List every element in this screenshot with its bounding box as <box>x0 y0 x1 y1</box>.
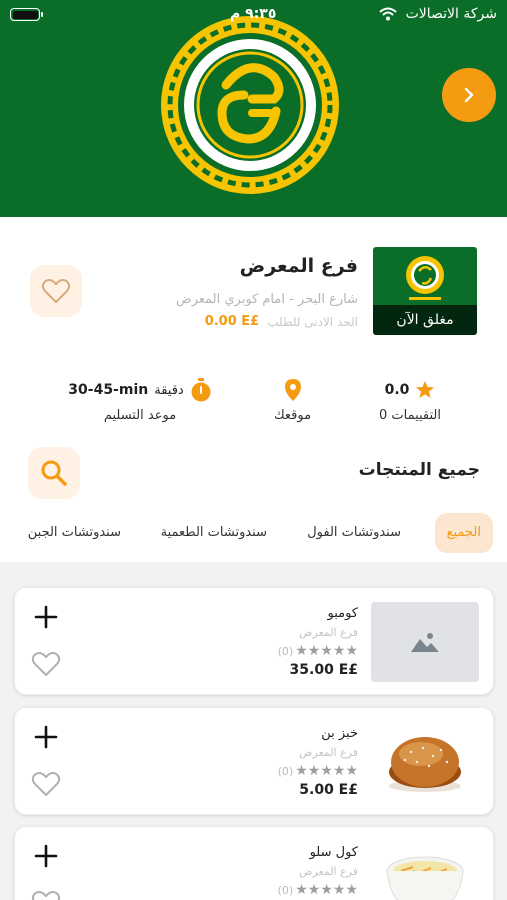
bun-image <box>389 737 461 792</box>
delivery-time-value: 30-45-min <box>68 382 149 398</box>
delivery-time-label: موعد التسليم <box>103 408 177 423</box>
product-rating: (0) ★★★★★ <box>278 882 358 898</box>
tab-taameya[interactable]: سندوتشات الطعمية <box>161 513 267 553</box>
carrier-name: شركة الاتصالات <box>405 6 497 22</box>
product-name: كول سلو <box>309 845 358 860</box>
min-order-label: الحد الادنى للطلب <box>267 314 358 329</box>
product-rating: (0) ★★★★★ <box>278 763 358 779</box>
category-tabs: الجميع سندوتشات الفول سندوتشات الطعمية س… <box>0 513 507 553</box>
heart-icon <box>41 279 71 303</box>
back-button[interactable] <box>442 68 496 122</box>
rating-stars-icon: ★★★★★ <box>295 882 358 898</box>
location-pin-icon <box>284 379 301 401</box>
location-stat[interactable]: موقعك <box>255 377 330 423</box>
rating-stars-icon: ★★★★★ <box>295 763 358 779</box>
product-price: 35.00 E£ <box>289 662 358 678</box>
battery-icon <box>10 8 43 21</box>
status-time: ٩:٣٥ م <box>230 6 277 22</box>
tab-all[interactable]: الجميع <box>434 513 493 553</box>
review-count: (0) <box>277 764 294 778</box>
timer-icon <box>191 378 211 402</box>
add-to-cart-icon[interactable] <box>33 604 59 630</box>
delivery-time-unit: دقيقة <box>154 382 184 398</box>
closed-status-label: مغلق الآن <box>373 305 477 335</box>
search-button[interactable] <box>28 447 80 499</box>
product-branch: فرع المعرض <box>299 746 358 759</box>
branch-info-panel: مغلق الآن فرع المعرض شارع البحر - امام ك… <box>0 217 507 562</box>
heart-icon[interactable] <box>31 889 61 900</box>
product-branch: فرع المعرض <box>299 626 358 639</box>
product-card[interactable]: كول سلو فرع المعرض (0) ★★★★★ <box>14 826 494 900</box>
wifi-icon <box>379 7 397 21</box>
chevron-right-icon <box>464 87 474 103</box>
branch-address: شارع البحر - امام كوبري المعرض <box>175 292 358 307</box>
product-rating: (0) ★★★★★ <box>278 643 358 659</box>
review-count: (0) <box>277 883 294 897</box>
tab-cheese[interactable]: سندوتشات الجبن <box>28 513 121 553</box>
min-order-value: 0.00 E£ <box>204 314 260 329</box>
heart-icon[interactable] <box>31 770 61 798</box>
status-bar: ٩:٣٥ م شركة الاتصالات <box>0 0 507 30</box>
tab-fool[interactable]: سندوتشات الفول <box>307 513 401 553</box>
review-count: (0) <box>277 644 294 658</box>
product-name: خبز بن <box>321 726 358 741</box>
product-image <box>371 602 479 682</box>
coleslaw-image <box>386 856 464 900</box>
product-image <box>371 722 479 802</box>
section-title: جميع المنتجات <box>358 460 480 480</box>
product-branch: فرع المعرض <box>299 865 358 878</box>
placeholder-image-icon <box>411 633 439 652</box>
heart-icon[interactable] <box>31 650 61 678</box>
header-banner <box>0 0 507 217</box>
restaurant-logo <box>160 15 340 195</box>
min-order: 0.00 E£ الحد الادنى للطلب <box>205 314 358 329</box>
favorite-branch-button[interactable] <box>30 265 82 317</box>
add-to-cart-icon[interactable] <box>33 843 59 869</box>
product-card[interactable]: خبز بن فرع المعرض (0) ★★★★★ 5.00 E£ <box>14 707 494 815</box>
delivery-time-stat: 30-45-min دقيقة موعد التسليم <box>50 377 230 423</box>
branch-logo: مغلق الآن <box>373 247 477 335</box>
product-card[interactable]: كومبو فرع المعرض (0) ★★★★★ 35.00 E£ <box>14 587 494 695</box>
rating-stars-icon: ★★★★★ <box>295 643 358 659</box>
star-icon <box>416 381 435 398</box>
rating-value: 0.0 <box>384 382 410 398</box>
product-image <box>371 841 479 900</box>
rating-label: 0 التقييمات <box>378 408 442 423</box>
rating-stat: 0.0 0 التقييمات <box>370 377 450 423</box>
search-icon <box>41 460 67 486</box>
location-label: موقعك <box>273 408 312 423</box>
product-price: 5.00 E£ <box>299 782 358 798</box>
add-to-cart-icon[interactable] <box>33 724 59 750</box>
product-name: كومبو <box>327 606 358 621</box>
branch-name: فرع المعرض <box>239 255 358 277</box>
